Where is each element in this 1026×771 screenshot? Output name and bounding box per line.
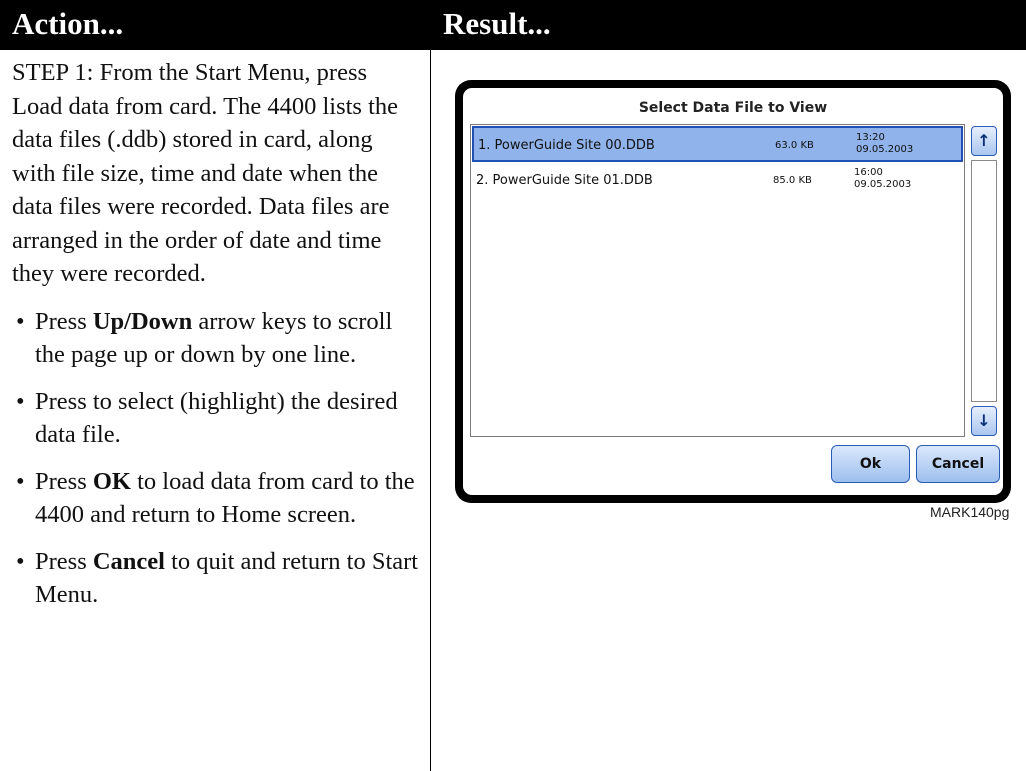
device-screenshot: Select Data File to View 1. PowerGuide S… — [455, 80, 1011, 503]
bullet-mark: • — [16, 387, 25, 415]
bullet-key-name: OK — [92, 467, 131, 495]
bullet-ok: • Press OK to load data from card to the… — [12, 465, 422, 532]
file-time: 13:20 — [856, 132, 885, 143]
action-bullet-list: • Press Up/Down arrow keys to scroll the… — [12, 305, 422, 612]
device-screen: Select Data File to View 1. PowerGuide S… — [463, 88, 1003, 495]
file-row[interactable]: 2. PowerGuide Site 01.DDB 85.0 KB 16:00 0… — [472, 163, 963, 199]
file-size: 85.0 KB — [773, 175, 812, 186]
arrow-up-icon: ↑ — [977, 131, 991, 150]
file-list-scrollbar[interactable]: ↑ ↓ — [971, 126, 997, 436]
file-name: 1. PowerGuide Site 00.DDB — [478, 138, 655, 153]
file-name: 2. PowerGuide Site 01.DDB — [476, 173, 653, 188]
action-column: STEP 1: From the Start Menu, press Load … — [12, 56, 422, 625]
bullet-select: • Press to select (highlight) the desire… — [12, 385, 422, 452]
bullet-cancel: • Press Cancel to quit and return to Sta… — [12, 545, 422, 612]
file-size: 63.0 KB — [775, 140, 814, 151]
bullet-up-down: • Press Up/Down arrow keys to scroll the… — [12, 305, 422, 372]
scroll-up-button[interactable]: ↑ — [971, 126, 997, 156]
bullet-text-pre: Press — [35, 307, 93, 335]
bullet-mark: • — [16, 307, 25, 335]
file-timestamp: 13:20 09.05.2003 — [856, 132, 913, 156]
ok-button[interactable]: Ok — [831, 445, 910, 483]
bullet-text-pre: Press — [35, 547, 93, 575]
file-timestamp: 16:00 09.05.2003 — [854, 167, 911, 191]
bullet-key-name: Up/Down — [92, 307, 193, 335]
table-header: Action... Result... — [0, 0, 1026, 50]
file-list[interactable]: 1. PowerGuide Site 00.DDB 63.0 KB 13:20 0… — [470, 124, 965, 437]
file-time: 16:00 — [854, 167, 883, 178]
file-date: 09.05.2003 — [854, 179, 912, 190]
scroll-track[interactable] — [971, 160, 997, 402]
cancel-button[interactable]: Cancel — [916, 445, 1000, 483]
result-column-title: Result... — [443, 6, 551, 41]
column-divider — [430, 50, 431, 771]
bullet-text-pre: Press — [35, 467, 93, 495]
step-text: STEP 1: From the Start Menu, press Load … — [12, 59, 398, 287]
bullet-mark: • — [16, 467, 25, 495]
bullet-text-pre: Press to select (highlight) the desired … — [35, 387, 398, 449]
figure-id: MARK140pg — [930, 504, 1010, 520]
arrow-down-icon: ↓ — [977, 411, 991, 430]
dialog-title: Select Data File to View — [638, 100, 828, 116]
scroll-down-button[interactable]: ↓ — [971, 406, 997, 436]
bullet-mark: • — [16, 547, 25, 575]
file-row-selected[interactable]: 1. PowerGuide Site 00.DDB 63.0 KB 13:20 0… — [472, 126, 963, 162]
bullet-key-name: Cancel — [92, 547, 165, 575]
file-date: 09.05.2003 — [856, 144, 914, 155]
action-column-title: Action... — [12, 6, 124, 41]
